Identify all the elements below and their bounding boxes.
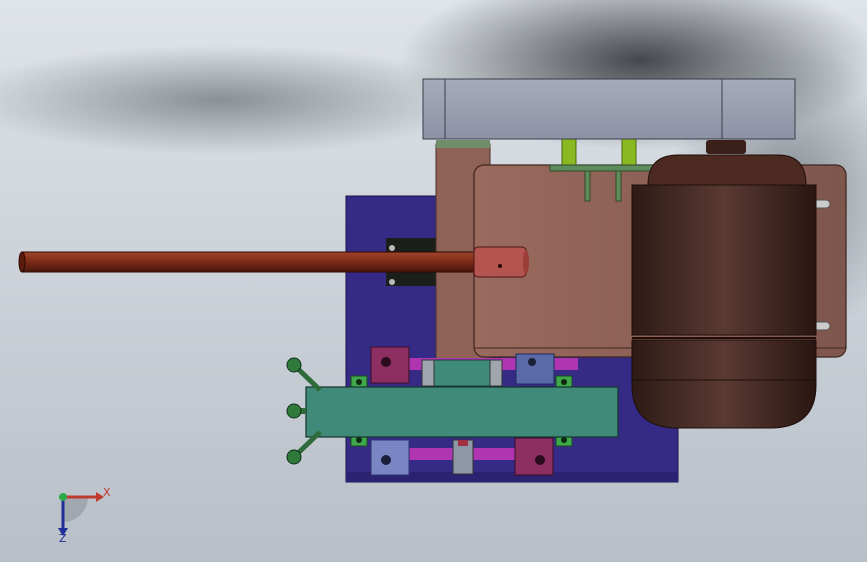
top-cover[interactable] — [422, 78, 796, 140]
column-cap — [436, 140, 490, 148]
x-axis-label: X — [103, 486, 111, 499]
z-axis-label: Z — [59, 532, 67, 545]
shaft-coupling[interactable] — [473, 246, 529, 278]
clamp-block-lower-left[interactable] — [370, 439, 410, 476]
output-shaft[interactable] — [18, 251, 479, 273]
clamping-bracket[interactable] — [305, 386, 619, 438]
model-canvas[interactable]: X Z — [0, 0, 867, 562]
guide-block-top-center[interactable] — [421, 359, 503, 387]
clamp-block-lower-right[interactable] — [514, 437, 554, 476]
cad-viewport[interactable]: X Z — [0, 0, 867, 562]
clamp-block-upper-right[interactable] — [515, 353, 555, 385]
electric-motor[interactable] — [631, 140, 817, 429]
guide-block-center[interactable] — [452, 439, 474, 475]
clamp-block-upper-left[interactable] — [370, 346, 410, 384]
y-axis-dot — [59, 493, 67, 501]
